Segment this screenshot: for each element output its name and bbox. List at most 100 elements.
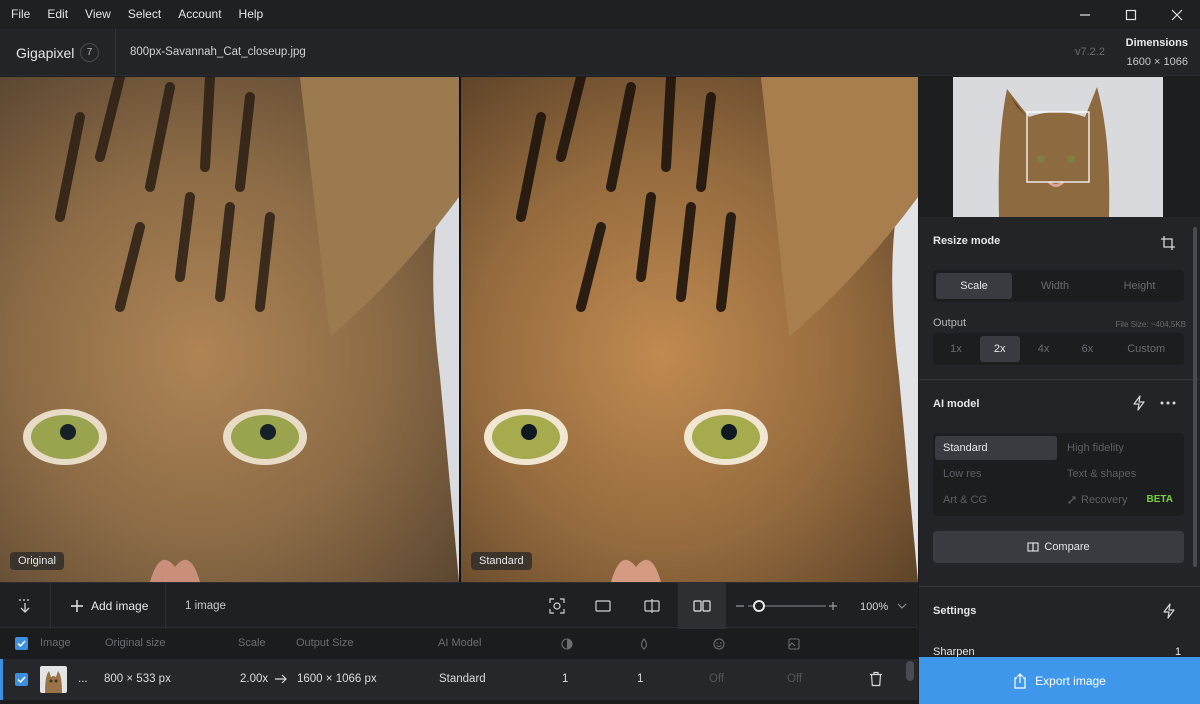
download-arrow-icon [19, 599, 31, 613]
processed-label: Standard [471, 552, 532, 570]
resize-mode-height[interactable]: Height [1098, 273, 1181, 299]
col-image: Image [40, 637, 71, 649]
file-size-estimate: File Size: ~404,5KB [1115, 320, 1186, 329]
cat-thumbnail [40, 666, 67, 693]
maximize-button[interactable] [1108, 0, 1154, 29]
image-table-header: Image Original size Scale Output Size AI… [0, 629, 918, 659]
menu-select[interactable]: Select [122, 0, 167, 29]
ai-model-selector: Standard High fidelity Low res Text & sh… [933, 433, 1184, 516]
section-divider [919, 379, 1200, 380]
col-ai-model: AI Model [438, 637, 482, 649]
ai-model-title: AI model [933, 398, 980, 410]
plus-icon [71, 600, 83, 612]
export-image-button[interactable]: Export image [919, 657, 1200, 704]
export-icon [1014, 672, 1026, 689]
face-preview-button[interactable] [542, 583, 572, 629]
row-scale: 2.00x [240, 673, 269, 685]
settings-panel: Resize mode Scale Width Height Output Fi… [919, 77, 1200, 704]
menu-edit[interactable]: Edit [41, 0, 74, 29]
autopilot-button[interactable] [1129, 393, 1149, 413]
focus-frame-icon [549, 598, 565, 614]
more-options-button[interactable] [1157, 393, 1179, 413]
scale-1x[interactable]: 1x [936, 336, 976, 362]
close-button[interactable] [1154, 0, 1200, 29]
zoom-in-button[interactable] [826, 583, 840, 629]
settings-autopilot-button[interactable] [1159, 601, 1179, 621]
table-row[interactable]: ... 800 × 533 px 2.00x 1600 × 1066 px St… [0, 659, 918, 700]
row-checkbox[interactable] [15, 673, 28, 686]
scale-2x[interactable]: 2x [979, 336, 1020, 362]
minimize-icon [1080, 13, 1090, 16]
resize-mode-title: Resize mode [933, 235, 1001, 247]
row-compression: Off [787, 673, 803, 685]
resize-mode-selector: Scale Width Height [933, 270, 1184, 302]
compare-button[interactable]: Compare [933, 531, 1184, 563]
denoise-column-icon [561, 638, 573, 650]
menu-account[interactable]: Account [172, 0, 227, 29]
scale-custom[interactable]: Custom [1111, 336, 1181, 362]
add-image-label: Add image [91, 599, 149, 613]
version-badge[interactable]: 7 [80, 43, 99, 62]
minus-icon [736, 605, 744, 607]
add-image-button[interactable]: Add image [70, 583, 148, 629]
crop-button[interactable] [1157, 232, 1179, 254]
model-art-cg[interactable]: Art & CG [935, 488, 1057, 512]
output-scale-selector: 1x 2x 4x 6x Custom [933, 333, 1184, 365]
maximize-icon [1125, 9, 1137, 20]
scale-4x[interactable]: 4x [1024, 336, 1064, 362]
toolbar-divider [165, 583, 166, 629]
delete-button[interactable] [867, 670, 885, 688]
zoom-slider-handle[interactable] [752, 600, 765, 612]
menu-file[interactable]: File [5, 0, 36, 29]
minimize-button[interactable] [1062, 0, 1108, 29]
col-original-size: Original size [105, 637, 166, 649]
scale-6x[interactable]: 6x [1067, 336, 1107, 362]
zoom-out-button[interactable] [732, 583, 748, 629]
file-name: 800px-Savannah_Cat_closeup.jpg [130, 46, 306, 58]
model-recovery[interactable]: Recovery BETA [1059, 488, 1181, 512]
select-all-checkbox[interactable] [15, 637, 28, 650]
side-by-side-button[interactable] [678, 583, 726, 629]
col-output-size: Output Size [296, 637, 354, 649]
chevron-down-icon [897, 603, 907, 609]
check-icon [17, 676, 26, 684]
dimensions-value: 1600 × 1066 [1126, 56, 1188, 68]
menu-view[interactable]: View [79, 0, 117, 29]
row-face-recovery: Off [709, 673, 725, 685]
more-dots-icon [1160, 401, 1176, 405]
image-thumbnail [40, 666, 67, 693]
app-name: Gigapixel [16, 45, 75, 61]
menu-help[interactable]: Help [233, 0, 270, 29]
model-high-fidelity[interactable]: High fidelity [1059, 436, 1181, 460]
table-scrollbar[interactable] [906, 661, 914, 681]
split-view-button[interactable] [637, 583, 667, 629]
import-button[interactable] [10, 583, 40, 629]
row-sharpen: 1 [637, 673, 644, 685]
header-divider [115, 29, 116, 75]
side-by-side-icon [693, 600, 711, 612]
panel-scrollbar[interactable] [1193, 227, 1197, 567]
model-standard[interactable]: Standard [935, 436, 1057, 460]
original-label: Original [10, 552, 64, 570]
zoom-dropdown[interactable] [895, 583, 909, 629]
close-icon [1171, 9, 1183, 20]
sharpen-column-icon [640, 638, 648, 650]
navigator-preview[interactable] [919, 77, 1200, 217]
recovery-icon [1068, 496, 1076, 504]
menu-bar: File Edit View Select Account Help [0, 0, 1200, 29]
processed-preview[interactable]: Standard [461, 77, 918, 582]
original-preview[interactable]: Original [0, 77, 459, 582]
beta-badge: BETA [1146, 494, 1173, 505]
lightning-icon [1133, 395, 1145, 411]
arrow-right-icon [275, 674, 287, 684]
single-view-button[interactable] [588, 583, 618, 629]
split-view-icon [644, 599, 660, 613]
resize-mode-width[interactable]: Width [1012, 273, 1098, 299]
lightning-icon [1163, 603, 1175, 619]
zoom-level[interactable]: 100% [860, 601, 888, 613]
cat-image-processed [461, 77, 918, 582]
model-low-res[interactable]: Low res [935, 462, 1057, 486]
resize-mode-scale[interactable]: Scale [936, 273, 1012, 299]
preview-toolbar: Add image 1 image 100% [0, 582, 918, 629]
model-text-shapes[interactable]: Text & shapes [1059, 462, 1181, 486]
